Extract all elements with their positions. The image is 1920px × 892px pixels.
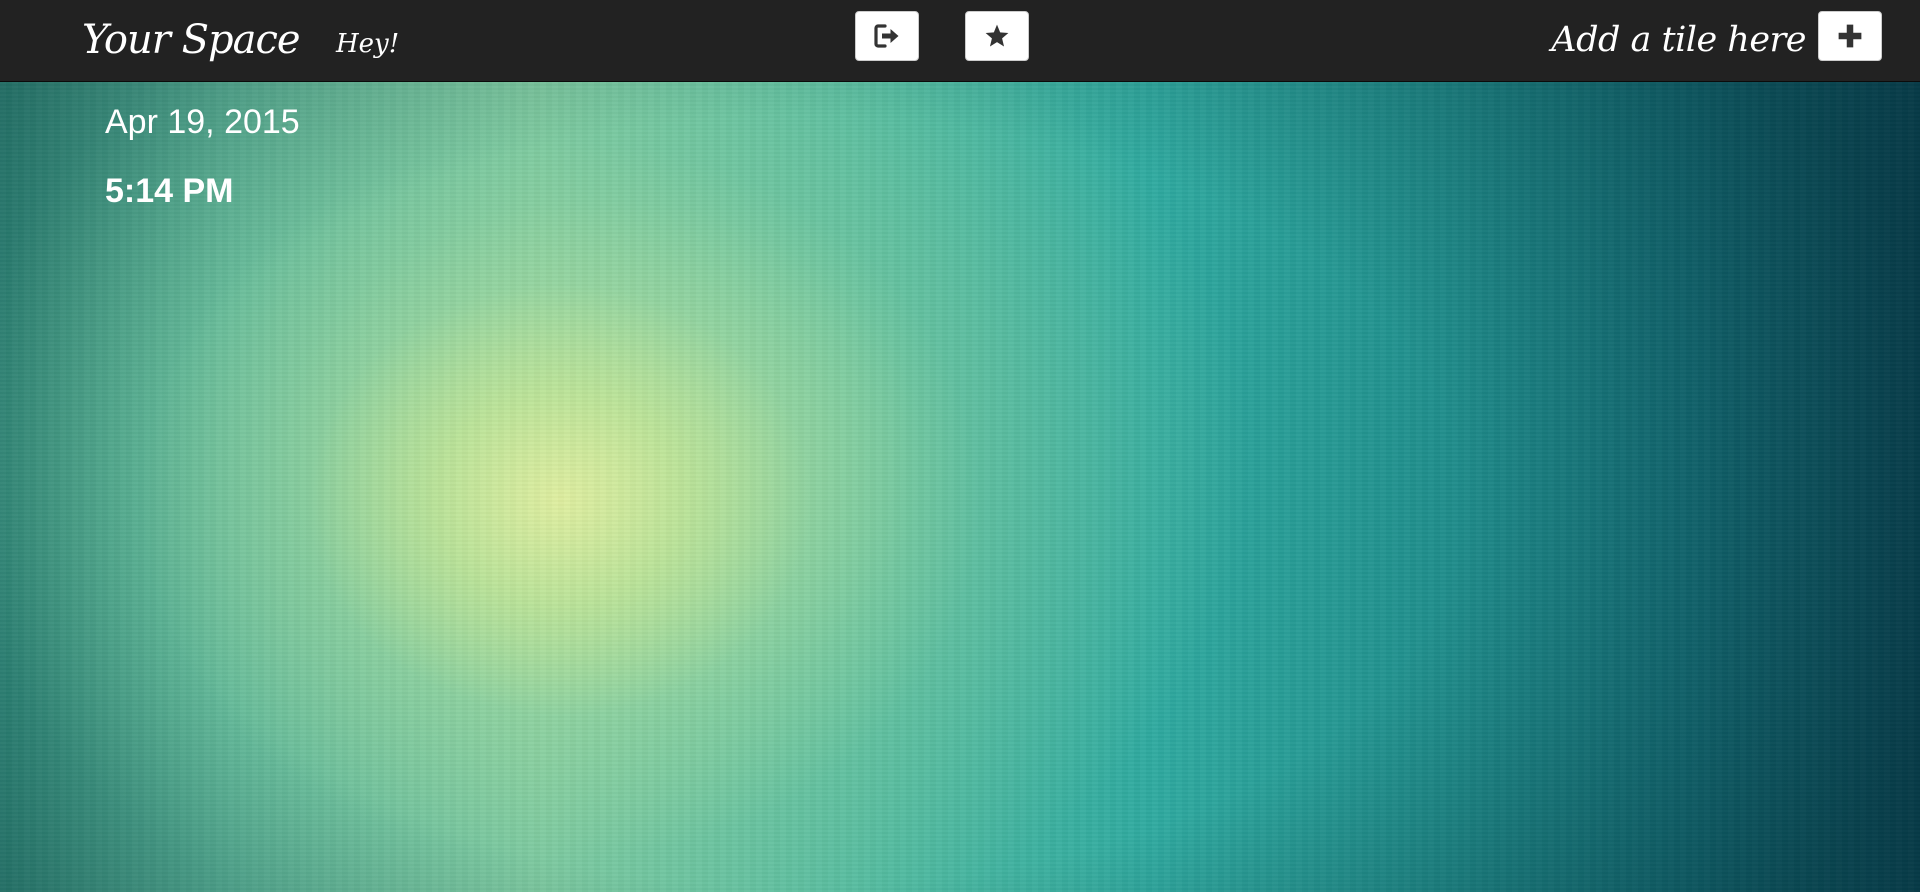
sign-out-icon bbox=[873, 23, 901, 49]
add-tile-label: Add a tile here bbox=[1551, 20, 1806, 60]
background-vignette bbox=[0, 82, 1920, 892]
star-icon bbox=[984, 23, 1010, 49]
background-texture bbox=[0, 82, 1920, 892]
brand-title[interactable]: Your Space bbox=[82, 10, 301, 70]
top-bar: Your Space Hey! Add a tile here bbox=[0, 0, 1920, 82]
favorites-button[interactable] bbox=[965, 11, 1029, 61]
current-time: 5:14 PM bbox=[105, 172, 234, 210]
logout-button[interactable] bbox=[855, 11, 919, 61]
greeting-text: Hey! bbox=[336, 29, 400, 59]
add-tile-button[interactable] bbox=[1818, 11, 1882, 61]
plus-icon bbox=[1837, 23, 1863, 49]
current-date: Apr 19, 2015 bbox=[105, 103, 300, 141]
